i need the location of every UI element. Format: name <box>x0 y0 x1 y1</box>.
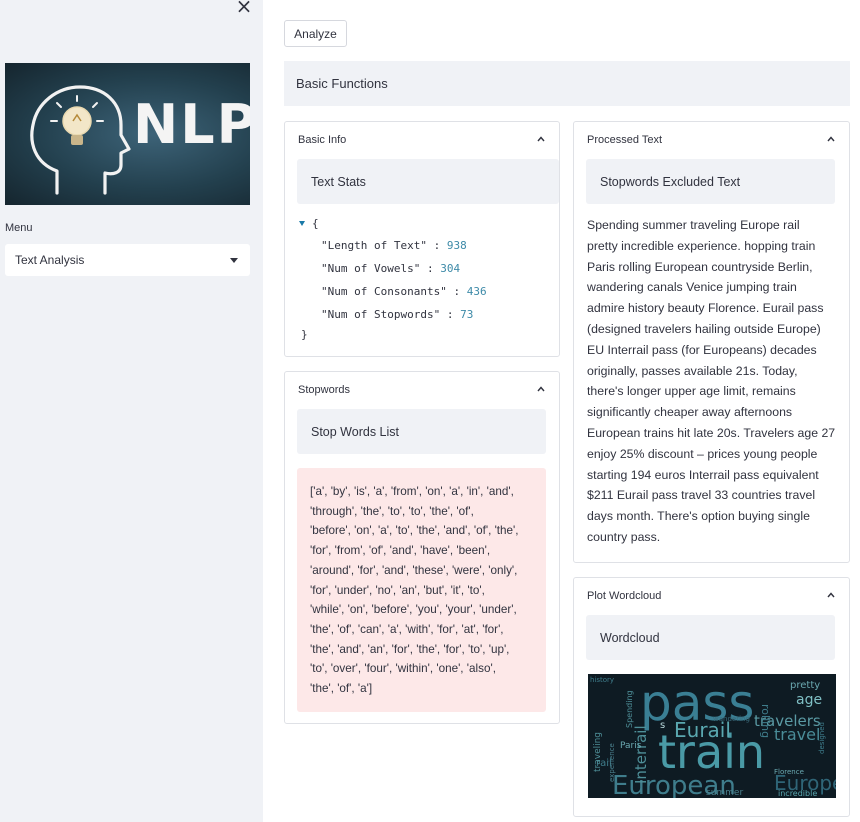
logo-text: NLP <box>133 93 250 156</box>
basic-info-header[interactable]: Basic Info <box>298 134 346 146</box>
menu-select-value: Text Analysis <box>15 253 85 267</box>
stopwords-line: 'the', 'and', 'an', 'for', 'the', 'for',… <box>310 642 510 656</box>
chevron-up-icon[interactable] <box>827 135 835 143</box>
processed-text-body: Spending summer traveling Europe rail pr… <box>587 215 837 548</box>
chevron-down-icon <box>230 258 238 263</box>
stopwords-excluded-label: Stopwords Excluded Text <box>600 174 741 189</box>
wordcloud-expander: Plot Wordcloud Wordcloud pass train Euro… <box>573 577 850 817</box>
stopwords-line: ['a', 'by', 'is', 'a', 'from', 'on', 'a'… <box>310 485 514 498</box>
processed-line: country pass. <box>587 529 661 544</box>
close-sidebar-button[interactable]: × <box>234 0 254 18</box>
stopwords-line: 'around', 'for', 'and', 'these', 'were',… <box>310 563 518 577</box>
stopwords-list-box: ['a', 'by', 'is', 'a', 'from', 'on', 'a'… <box>297 468 546 712</box>
processed-line: days month. There's option buying single <box>587 509 810 524</box>
wordcloud-word: incredible <box>778 789 817 798</box>
processed-text-expander: Processed Text Stopwords Excluded Text S… <box>573 121 850 563</box>
wordcloud-word: rolling <box>759 704 772 738</box>
basic-info-expander: Basic Info Text Stats { "Length of Text"… <box>284 121 560 357</box>
wordcloud-word: Spending <box>625 690 634 728</box>
json-open-brace: { <box>312 217 319 230</box>
processed-line: admire history beauty Florence. Eurail p… <box>587 301 824 316</box>
wordcloud-word: designed <box>818 722 826 754</box>
wordcloud-word: experience <box>608 743 616 782</box>
json-row: "Num of Vowels" : 304 <box>321 262 461 275</box>
wordcloud-word: summer <box>706 788 743 798</box>
processed-line: starting 194 euros Interrail pass equiva… <box>587 467 819 482</box>
menu-select[interactable]: Text Analysis <box>5 244 250 276</box>
wordcloud-subheader: Wordcloud <box>586 615 835 660</box>
menu-label: Menu <box>5 222 33 234</box>
sidebar: × NLP Menu Text Analysis <box>0 0 263 822</box>
processed-line: European trains hit late 20s. Travelers … <box>587 425 836 440</box>
stop-words-label: Stop Words List <box>311 424 400 439</box>
stopwords-line: 'to', 'over', 'four', 'within', 'one', '… <box>310 662 496 676</box>
json-row: "Num of Consonants" : 436 <box>321 285 487 298</box>
section-title: Basic Functions <box>296 76 388 91</box>
processed-line: there's longer upper age limit, remains <box>587 384 796 399</box>
json-row: "Num of Stopwords" : 73 <box>321 308 474 321</box>
text-stats-subheader: Text Stats <box>297 159 559 204</box>
wordcloud-header[interactable]: Plot Wordcloud <box>587 590 661 602</box>
wordcloud-label: Wordcloud <box>600 630 660 645</box>
wordcloud-word: wandering <box>713 715 750 723</box>
stopwords-line: 'for', 'from', 'of', 'and', 'have', 'bee… <box>310 544 491 558</box>
processed-line: $211 Eurail pass travel 33 countries tra… <box>587 488 816 503</box>
processed-line: Spending summer traveling Europe rail <box>587 218 800 232</box>
processed-line: pretty incredible experience. hopping tr… <box>587 238 816 253</box>
processed-line: wandering canals Venice jumping train <box>587 280 797 295</box>
wordcloud-word: traveling <box>593 732 603 772</box>
stop-words-subheader: Stop Words List <box>297 409 546 454</box>
stopwords-expander: Stopwords Stop Words List ['a', 'by', 'i… <box>284 371 560 724</box>
wordcloud-word: Paris <box>620 741 642 751</box>
collapse-triangle-icon[interactable] <box>299 221 305 226</box>
wordcloud-image: pass train European Eurail Interrail Eur… <box>588 674 836 798</box>
stopwords-line: 'for', 'under', 'no', 'an', 'but', 'it',… <box>310 583 485 597</box>
chevron-up-icon[interactable] <box>827 591 835 599</box>
wordcloud-word: Interrail <box>632 725 650 784</box>
wordcloud-word: Florence <box>774 768 804 776</box>
processed-line: significantly cheaper away afternoons <box>587 405 793 420</box>
section-header-basic-functions: Basic Functions <box>284 61 850 106</box>
stopwords-line: 'through', 'the', 'to', 'to', 'the', 'of… <box>310 504 474 518</box>
processed-line: EU Interrail pass (for Europeans) decade… <box>587 342 817 357</box>
chevron-up-icon[interactable] <box>537 135 545 143</box>
wordcloud-word: s <box>660 720 665 731</box>
stopwords-line: 'the', 'of', 'can', 'a', 'with', 'for', … <box>310 622 504 636</box>
processed-line: originally, passes available 21s. Today, <box>587 363 798 378</box>
stopwords-excluded-subheader: Stopwords Excluded Text <box>586 159 835 204</box>
processed-line: enjoy 25% discount – prices young people <box>587 446 818 461</box>
processed-line: Paris rolling European countryside Berli… <box>587 259 813 274</box>
text-stats-label: Text Stats <box>311 174 366 189</box>
wordcloud-word: pretty <box>790 680 820 691</box>
chevron-up-icon[interactable] <box>537 385 545 393</box>
json-row: "Length of Text" : 938 <box>321 239 467 252</box>
stopwords-line: 'while', 'on', 'before', 'you', 'your', … <box>310 603 517 617</box>
processed-text-header[interactable]: Processed Text <box>587 134 662 146</box>
nlp-logo-image: NLP <box>5 63 250 205</box>
wordcloud-word: age <box>796 692 822 708</box>
json-close-brace: } <box>301 328 308 341</box>
wordcloud-word: history <box>590 676 614 684</box>
stopwords-header[interactable]: Stopwords <box>298 384 350 396</box>
analyze-button[interactable]: Analyze <box>284 20 347 47</box>
wordcloud-word: travel <box>774 725 820 744</box>
processed-line: (designed travelers hailing outside Euro… <box>587 321 821 336</box>
stopwords-line: 'before', 'on', 'a', 'to', 'the', 'and',… <box>310 524 519 538</box>
stopwords-line: 'the', 'of', 'a'] <box>310 682 373 696</box>
